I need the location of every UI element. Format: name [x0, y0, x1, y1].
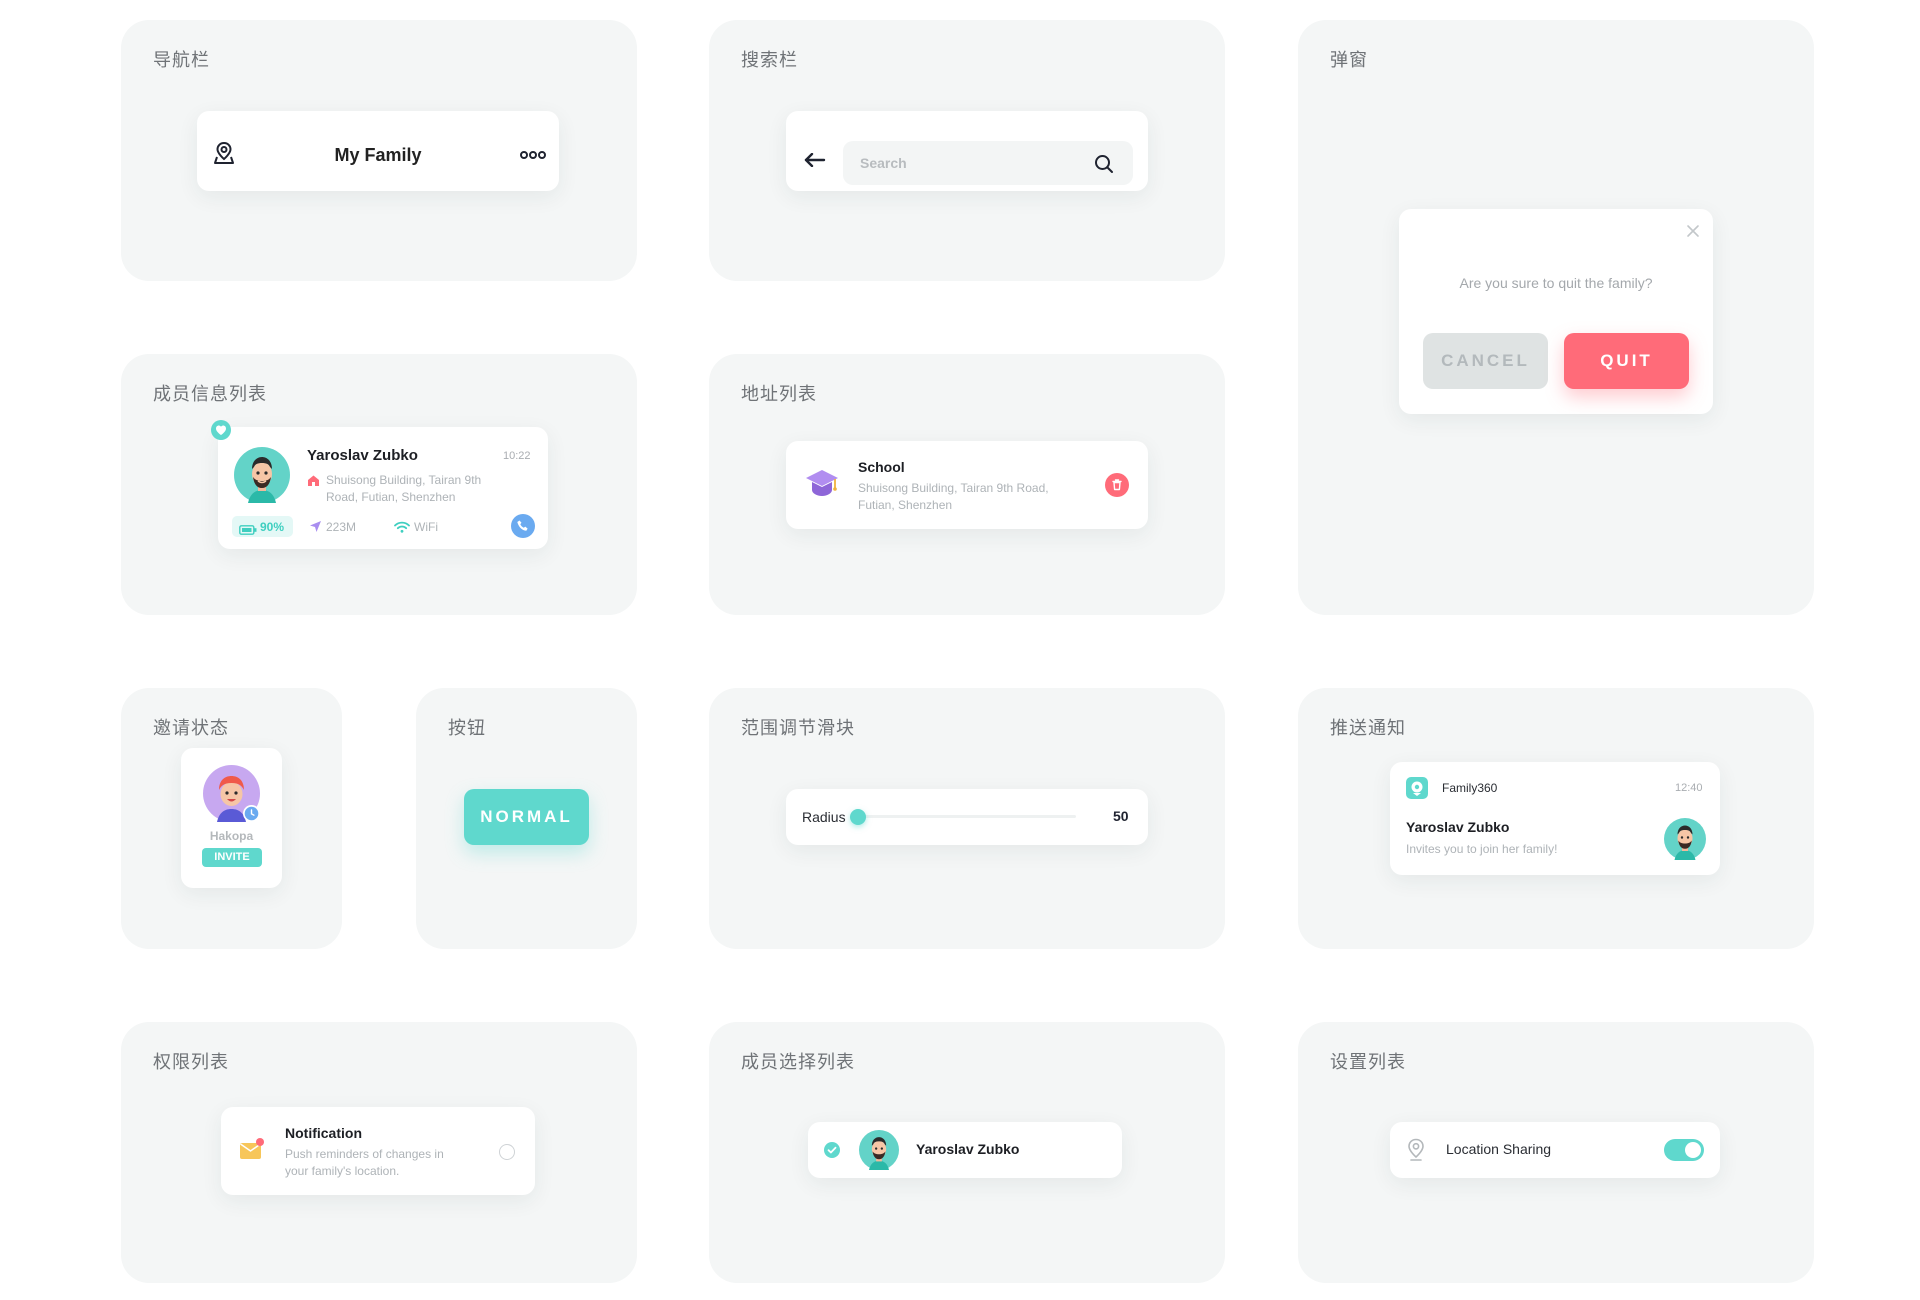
panel-title: 推送通知	[1330, 718, 1406, 739]
push-notification[interactable]: Family360 12:40 Yaroslav Zubko Invites y…	[1390, 762, 1720, 875]
location-pin-icon	[1407, 1138, 1425, 1162]
slider-label: Radius	[802, 809, 846, 825]
home-icon	[307, 474, 320, 487]
slider-track[interactable]	[858, 815, 1076, 818]
push-time: 12:40	[1675, 782, 1703, 794]
panel-title: 导航栏	[153, 50, 210, 71]
permission-title: Notification	[285, 1125, 362, 1141]
back-arrow-icon[interactable]	[804, 152, 826, 168]
permission-item[interactable]: Notification Push reminders of changes i…	[221, 1107, 535, 1195]
address-name: School	[858, 459, 905, 475]
cancel-button[interactable]: CANCEL	[1423, 333, 1548, 389]
avatar	[1664, 818, 1706, 860]
invite-status-badge[interactable]: INVITE	[202, 848, 262, 867]
permission-line1: Push reminders of changes in	[285, 1147, 444, 1161]
permission-line2: your family's location.	[285, 1164, 400, 1178]
panel-title: 范围调节滑块	[741, 718, 855, 739]
search-placeholder: Search	[860, 155, 907, 171]
avatar	[234, 447, 290, 503]
more-options-icon[interactable]	[520, 147, 546, 159]
graduation-cap-icon	[804, 467, 840, 499]
address-line2: Futian, Shenzhen	[858, 498, 953, 512]
member-info-panel: 成员信息列表 Yaroslav Zubko 10:22 Shuisong Bui…	[121, 354, 637, 615]
notification-envelope-icon	[239, 1137, 265, 1161]
invite-panel: 邀请状态 Hakopa INVITE	[121, 688, 342, 949]
address-item[interactable]: School Shuisong Building, Tairan 9th Roa…	[786, 441, 1148, 529]
panel-title: 搜索栏	[741, 50, 798, 71]
permission-radio[interactable]	[499, 1144, 515, 1160]
search-input[interactable]: Search	[843, 141, 1133, 185]
panel-title: 成员信息列表	[153, 384, 267, 405]
battery-level: 90%	[260, 520, 285, 534]
navbar: My Family	[197, 111, 559, 191]
nav-title: My Family	[334, 145, 422, 165]
push-message: Invites you to join her family!	[1406, 842, 1558, 856]
searchbar-panel: 搜索栏 Search	[709, 20, 1225, 281]
panel-title: 弹窗	[1330, 50, 1368, 71]
member-address-line2: Road, Futian, Shenzhen	[326, 490, 456, 504]
button-panel: 按钮 NORMAL	[416, 688, 637, 949]
dialog-question: Are you sure to quit the family?	[1459, 275, 1653, 291]
member-time: 10:22	[503, 450, 531, 462]
member-name: Yaroslav Zubko	[307, 447, 418, 464]
avatar	[859, 1130, 899, 1170]
battery-icon	[239, 522, 257, 535]
settings-label: Location Sharing	[1446, 1141, 1552, 1157]
app-name: Family360	[1442, 781, 1498, 795]
radius-slider-card: Radius 50	[786, 789, 1148, 845]
member-network: WiFi	[414, 520, 438, 534]
member-select-item[interactable]: Yaroslav Zubko	[808, 1122, 1122, 1178]
member-distance: 223M	[326, 520, 357, 534]
normal-button[interactable]: NORMAL	[464, 789, 589, 845]
heart-pin-icon	[211, 420, 231, 440]
address-line1: Shuisong Building, Tairan 9th Road,	[858, 481, 1049, 495]
clock-badge-icon	[243, 805, 260, 822]
delete-icon[interactable]	[1105, 473, 1129, 497]
push-sender: Yaroslav Zubko	[1406, 819, 1510, 835]
navigation-arrow-icon	[309, 520, 322, 533]
slider-panel: 范围调节滑块 Radius 50	[709, 688, 1225, 949]
avatar	[203, 765, 260, 822]
member-select-name: Yaroslav Zubko	[916, 1141, 1020, 1157]
slider-value: 50	[1113, 808, 1129, 824]
member-info-card[interactable]: Yaroslav Zubko 10:22 Shuisong Building, …	[211, 420, 548, 549]
dialog-panel: 弹窗 Are you sure to quit the family? CANC…	[1298, 20, 1814, 615]
invite-card[interactable]: Hakopa INVITE	[181, 748, 282, 888]
close-icon[interactable]	[1686, 224, 1700, 238]
search-icon[interactable]	[1094, 154, 1114, 174]
quit-button[interactable]: QUIT	[1564, 333, 1689, 389]
member-address-line1: Shuisong Building, Tairan 9th	[326, 473, 482, 487]
wifi-icon	[394, 520, 410, 533]
settings-item[interactable]: Location Sharing	[1390, 1122, 1720, 1178]
confirm-dialog: Are you sure to quit the family? CANCEL …	[1399, 209, 1713, 414]
panel-title: 地址列表	[741, 384, 817, 405]
member-select-panel: 成员选择列表 Yaroslav Zubko	[709, 1022, 1225, 1283]
battery-badge: 90%	[232, 516, 293, 537]
searchbar: Search	[786, 111, 1148, 191]
slider-thumb[interactable]	[850, 809, 866, 825]
panel-title: 权限列表	[153, 1052, 229, 1073]
toggle-knob	[1685, 1142, 1701, 1158]
address-panel: 地址列表 School Shuisong Building, Tairan 9t…	[709, 354, 1225, 615]
navbar-panel: 导航栏 My Family	[121, 20, 637, 281]
app-icon	[1406, 777, 1428, 799]
push-notification-panel: 推送通知 Family360 12:40 Yaroslav Zubko Invi…	[1298, 688, 1814, 949]
panel-title: 设置列表	[1330, 1052, 1406, 1073]
panel-title: 按钮	[448, 718, 486, 739]
phone-call-icon[interactable]	[511, 514, 535, 538]
panel-title: 邀请状态	[153, 718, 229, 739]
panel-title: 成员选择列表	[741, 1052, 855, 1073]
check-icon[interactable]	[824, 1142, 840, 1158]
settings-panel: 设置列表 Location Sharing	[1298, 1022, 1814, 1283]
permission-panel: 权限列表 Notification Push reminders of chan…	[121, 1022, 637, 1283]
location-sharing-toggle[interactable]	[1664, 1139, 1704, 1161]
invitee-name: Hakopa	[209, 829, 254, 843]
